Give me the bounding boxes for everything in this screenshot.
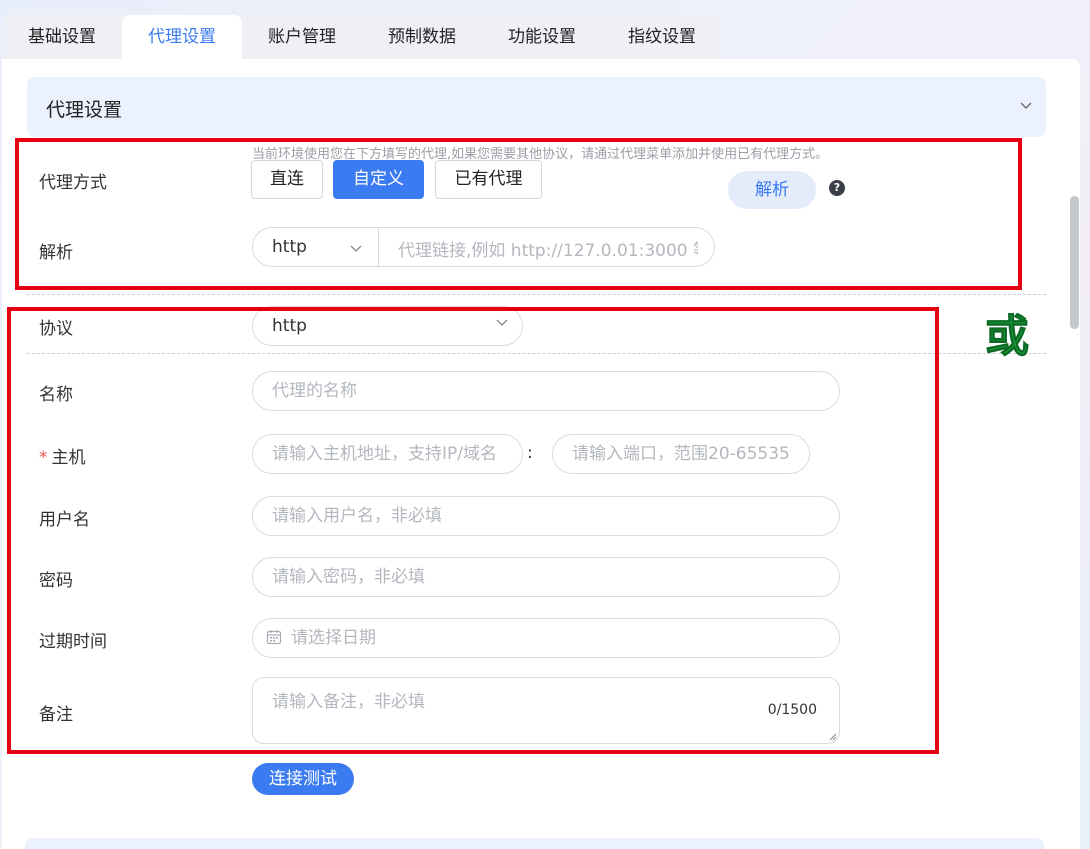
connection-test-button[interactable]: 连接测试 xyxy=(252,763,354,795)
dashed-divider xyxy=(27,294,1046,295)
tab-preset-data[interactable]: 预制数据 xyxy=(362,15,482,60)
highlight-box-parse xyxy=(15,138,1022,290)
tab-basic-settings[interactable]: 基础设置 xyxy=(2,15,122,60)
tab-fingerprint-settings[interactable]: 指纹设置 xyxy=(602,15,722,60)
tab-proxy-settings[interactable]: 代理设置 xyxy=(122,15,242,60)
chevron-down-icon[interactable] xyxy=(1020,99,1032,111)
scrollbar-thumb[interactable] xyxy=(1070,196,1079,329)
highlight-box-manual xyxy=(7,307,939,754)
tab-feature-settings[interactable]: 功能设置 xyxy=(482,15,602,60)
proxy-section-header[interactable]: 代理设置 xyxy=(27,77,1046,137)
settings-tabs: 基础设置 代理设置 账户管理 预制数据 功能设置 指纹设置 xyxy=(2,15,722,60)
next-section-header xyxy=(25,838,1044,849)
or-annotation: 或 xyxy=(985,311,1030,363)
tab-account-management[interactable]: 账户管理 xyxy=(242,15,362,60)
section-title: 代理设置 xyxy=(46,99,123,121)
